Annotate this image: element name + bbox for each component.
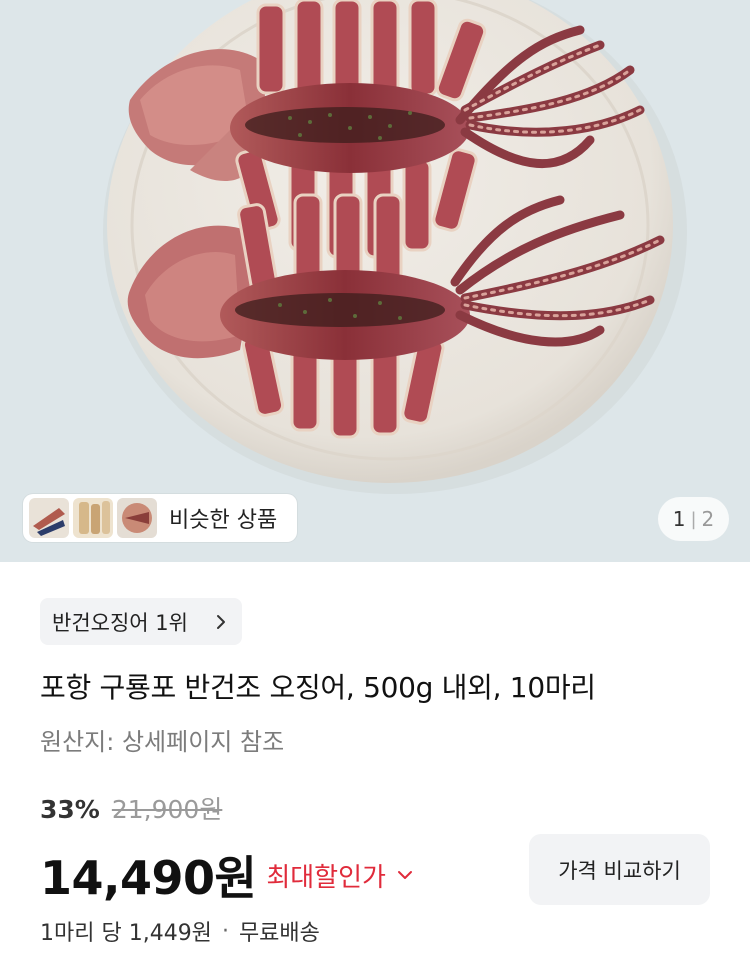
max-discount-toggle[interactable]: 최대할인가 <box>266 857 414 894</box>
chevron-right-icon <box>217 614 225 629</box>
page-separator: | <box>690 508 697 530</box>
sale-price: 14,490원 <box>40 851 257 905</box>
similar-products-button[interactable]: 비슷한 상품 <box>23 494 297 542</box>
shipping-info: 무료배송 <box>238 921 320 946</box>
product-origin: 원산지: 상세페이지 참조 <box>40 728 285 756</box>
price-row: 14,490원 최대할인가 <box>40 842 414 908</box>
unit-price-shipping-row: 1마리 당 1,449원 · 무료배송 <box>40 915 320 947</box>
image-page-indicator: 1 | 2 <box>658 497 729 541</box>
product-title: 포항 구룡포 반건조 오징어, 500g 내외, 10마리 <box>40 671 596 704</box>
page-current: 1 <box>672 507 686 531</box>
similar-product-thumbnail <box>117 498 157 538</box>
similar-product-thumbnail <box>29 498 69 538</box>
rank-badge-label: 반건오징어 1위 <box>52 610 188 635</box>
max-discount-label: 최대할인가 <box>266 862 386 893</box>
unit-price: 1마리 당 1,449원 <box>40 921 212 946</box>
discount-row: 33% 21,900원 <box>40 790 222 826</box>
page-total: 2 <box>701 507 715 531</box>
similar-products-label: 비슷한 상품 <box>169 508 278 533</box>
price-compare-button[interactable]: 가격 비교하기 <box>529 834 710 905</box>
similar-product-thumbnail <box>73 498 113 538</box>
product-photo[interactable] <box>0 0 750 562</box>
discount-rate: 33% <box>40 795 100 824</box>
product-image-gallery[interactable]: 비슷한 상품 1 | 2 <box>0 0 750 562</box>
chevron-down-icon <box>397 871 412 879</box>
original-price: 21,900원 <box>111 795 223 824</box>
separator-dot: · <box>221 918 229 944</box>
category-rank-badge[interactable]: 반건오징어 1위 <box>40 598 242 645</box>
